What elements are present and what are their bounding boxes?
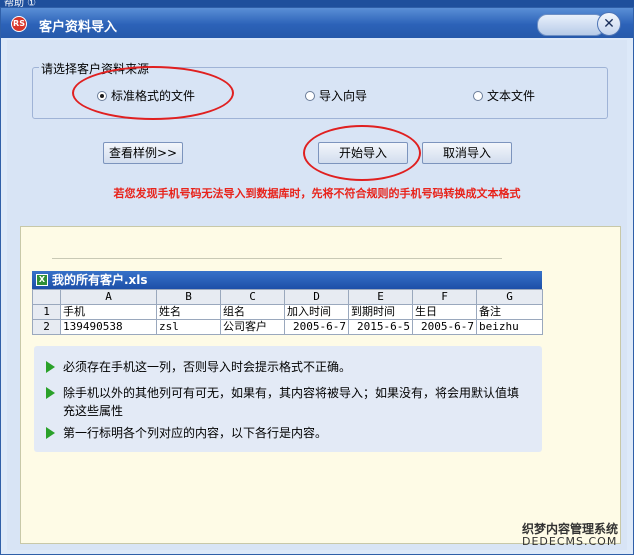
table-cell: 到期时间 [348, 304, 413, 320]
table-cell: zsl [156, 319, 221, 335]
note-text: 除手机以外的其他列可有可无，如果有，其内容将被导入；如果没有，将会用默认值填充这… [63, 386, 520, 418]
note-text: 第一行标明各个列对应的内容，以下各行是内容。 [63, 426, 328, 440]
spreadsheet-title: 我的所有客户.xls [52, 273, 148, 287]
table-cell: 备注 [476, 304, 543, 320]
radio-button[interactable] [473, 90, 483, 101]
column-header: G [476, 289, 543, 305]
table-cell: 2015-6-5 [348, 319, 413, 335]
table-row: 1 手机 姓名 组名 加入时间 到期时间 生日 备注 [32, 304, 543, 320]
notes-panel: 必须存在手机这一列，否则导入时会提示格式不正确。 除手机以外的其他列可有可无，如… [34, 346, 542, 452]
radio-text-file[interactable]: 文本文件 [473, 87, 535, 104]
table-cell: 组名 [220, 304, 285, 320]
watermark-url: DEDECMS.COM [522, 535, 618, 548]
column-header: D [284, 289, 349, 305]
note-text: 必须存在手机这一列，否则导入时会提示格式不正确。 [63, 360, 352, 374]
radio-button-selected[interactable] [97, 90, 107, 101]
row-number: 2 [32, 319, 61, 335]
green-arrow-icon [46, 427, 55, 439]
table-cell: 手机 [60, 304, 157, 320]
view-sample-button[interactable]: 查看样例>> [103, 142, 183, 164]
table-cell: 公司客户 [220, 319, 285, 335]
close-button[interactable]: ✕ [597, 12, 621, 36]
column-header: F [412, 289, 477, 305]
spreadsheet-title-bar: X 我的所有客户.xls [32, 271, 542, 289]
table-cell: 2005-6-7 [412, 319, 477, 335]
table-cell: 2005-6-7 [284, 319, 349, 335]
corner-cell [32, 289, 61, 305]
radio-button[interactable] [305, 90, 315, 101]
top-menu-strip: 帮助 ① [0, 0, 634, 9]
cancel-import-button[interactable]: 取消导入 [422, 142, 512, 164]
warning-message: 若您发现手机号码无法导入到数据库时，先将不符合规则的手机号码转换成文本格式 [113, 187, 521, 200]
column-header: C [220, 289, 285, 305]
title-bar[interactable]: RS 客户资料导入 ✕ [1, 8, 633, 38]
note-item: 第一行标明各个列对应的内容，以下各行是内容。 [46, 424, 526, 442]
table-cell: 加入时间 [284, 304, 349, 320]
table-cell: 姓名 [156, 304, 221, 320]
column-header: B [156, 289, 221, 305]
column-header: A [60, 289, 157, 305]
close-icon: ✕ [603, 16, 615, 32]
radio-label: 标准格式的文件 [111, 89, 196, 103]
radio-standard-file[interactable]: 标准格式的文件 [97, 87, 195, 104]
note-item: 除手机以外的其他列可有可无，如果有，其内容将被导入；如果没有，将会用默认值填充这… [46, 384, 526, 420]
note-item: 必须存在手机这一列，否则导入时会提示格式不正确。 [46, 358, 526, 376]
radio-label: 文本文件 [487, 89, 536, 103]
table-cell: beizhu [476, 319, 543, 335]
green-arrow-icon [46, 361, 55, 373]
divider [52, 258, 502, 259]
column-header-row: A B C D E F G [32, 289, 543, 305]
column-header: E [348, 289, 413, 305]
dialog-title: 客户资料导入 [39, 20, 118, 35]
excel-icon: X [36, 274, 48, 286]
radio-label: 导入向导 [319, 89, 368, 103]
table-cell: 139490538 [60, 319, 157, 335]
table-cell: 生日 [412, 304, 477, 320]
title-decoration [537, 14, 605, 36]
green-arrow-icon [46, 387, 55, 399]
start-import-button[interactable]: 开始导入 [318, 142, 408, 164]
radio-import-wizard[interactable]: 导入向导 [305, 87, 367, 104]
app-logo-icon: RS [11, 16, 27, 32]
spreadsheet-grid: A B C D E F G 1 手机 姓名 组名 加入时间 到期时间 生日 备注… [32, 289, 543, 335]
row-number: 1 [32, 304, 61, 320]
table-row: 2 139490538 zsl 公司客户 2005-6-7 2015-6-5 2… [32, 319, 543, 335]
sample-spreadsheet: X 我的所有客户.xls A B C D E F G 1 手机 姓名 组名 加入… [32, 271, 543, 335]
